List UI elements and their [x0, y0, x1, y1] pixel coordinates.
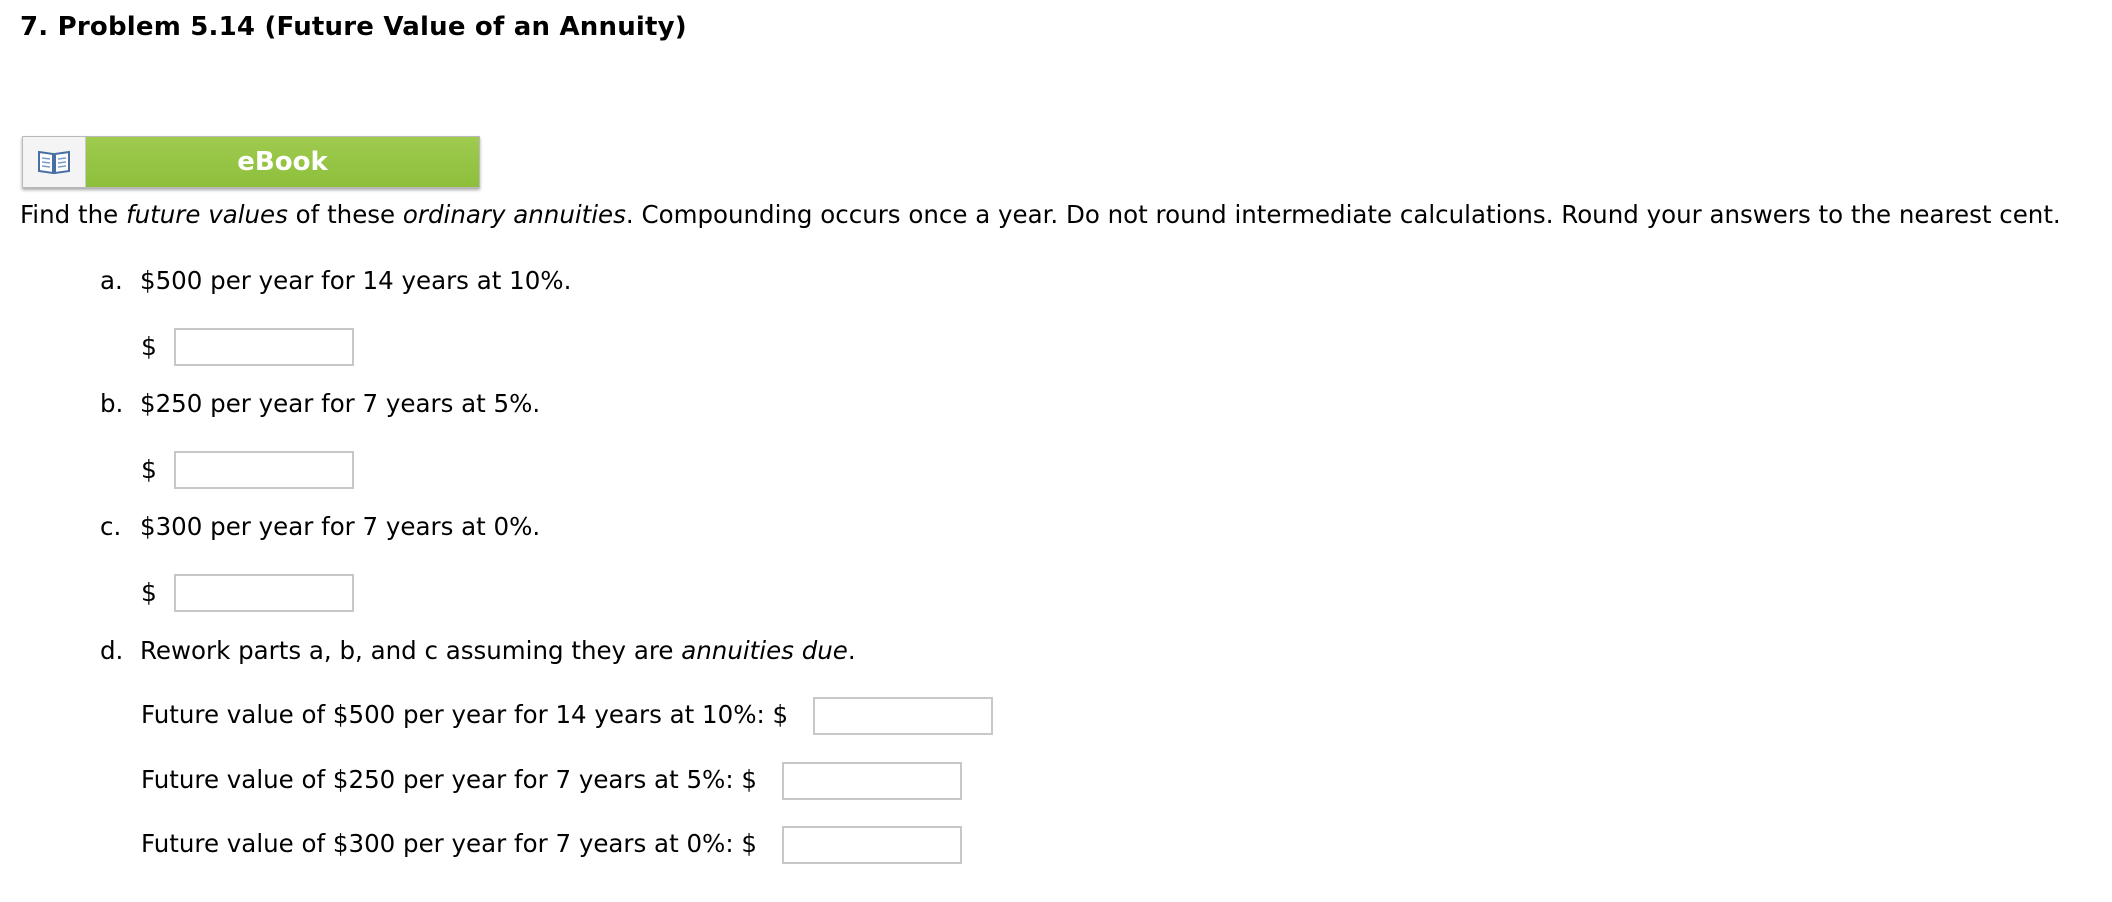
annuity-due-500-input[interactable]	[813, 697, 993, 735]
question-b-label: b. $250 per year for 7 years at 5%.	[100, 389, 541, 418]
ebook-label: eBook	[86, 137, 479, 187]
annuity-due-250-label: Future value of $250 per year for 7 year…	[141, 765, 757, 794]
annuity-due-300-label: Future value of $300 per year for 7 year…	[141, 829, 757, 858]
instructions-text: Find the future values of these ordinary…	[20, 200, 2061, 229]
currency-symbol-a: $	[141, 332, 157, 361]
annuity-due-500-label: Future value of $500 per year for 14 yea…	[141, 700, 789, 729]
annuity-due-250-input[interactable]	[782, 762, 962, 800]
answer-b-input[interactable]	[174, 451, 354, 489]
open-book-icon	[23, 137, 86, 187]
currency-symbol-c: $	[141, 578, 157, 607]
question-a-label: a. $500 per year for 14 years at 10%.	[100, 266, 572, 295]
currency-symbol-b: $	[141, 455, 157, 484]
answer-c-input[interactable]	[174, 574, 354, 612]
answer-a-input[interactable]	[174, 328, 354, 366]
ebook-button[interactable]: eBook	[22, 136, 480, 188]
problem-title: 7. Problem 5.14 (Future Value of an Annu…	[20, 12, 687, 42]
question-c-label: c. $300 per year for 7 years at 0%.	[100, 512, 541, 541]
question-d-label: d. Rework parts a, b, and c assuming they…	[100, 636, 856, 665]
annuity-due-300-input[interactable]	[782, 826, 962, 864]
